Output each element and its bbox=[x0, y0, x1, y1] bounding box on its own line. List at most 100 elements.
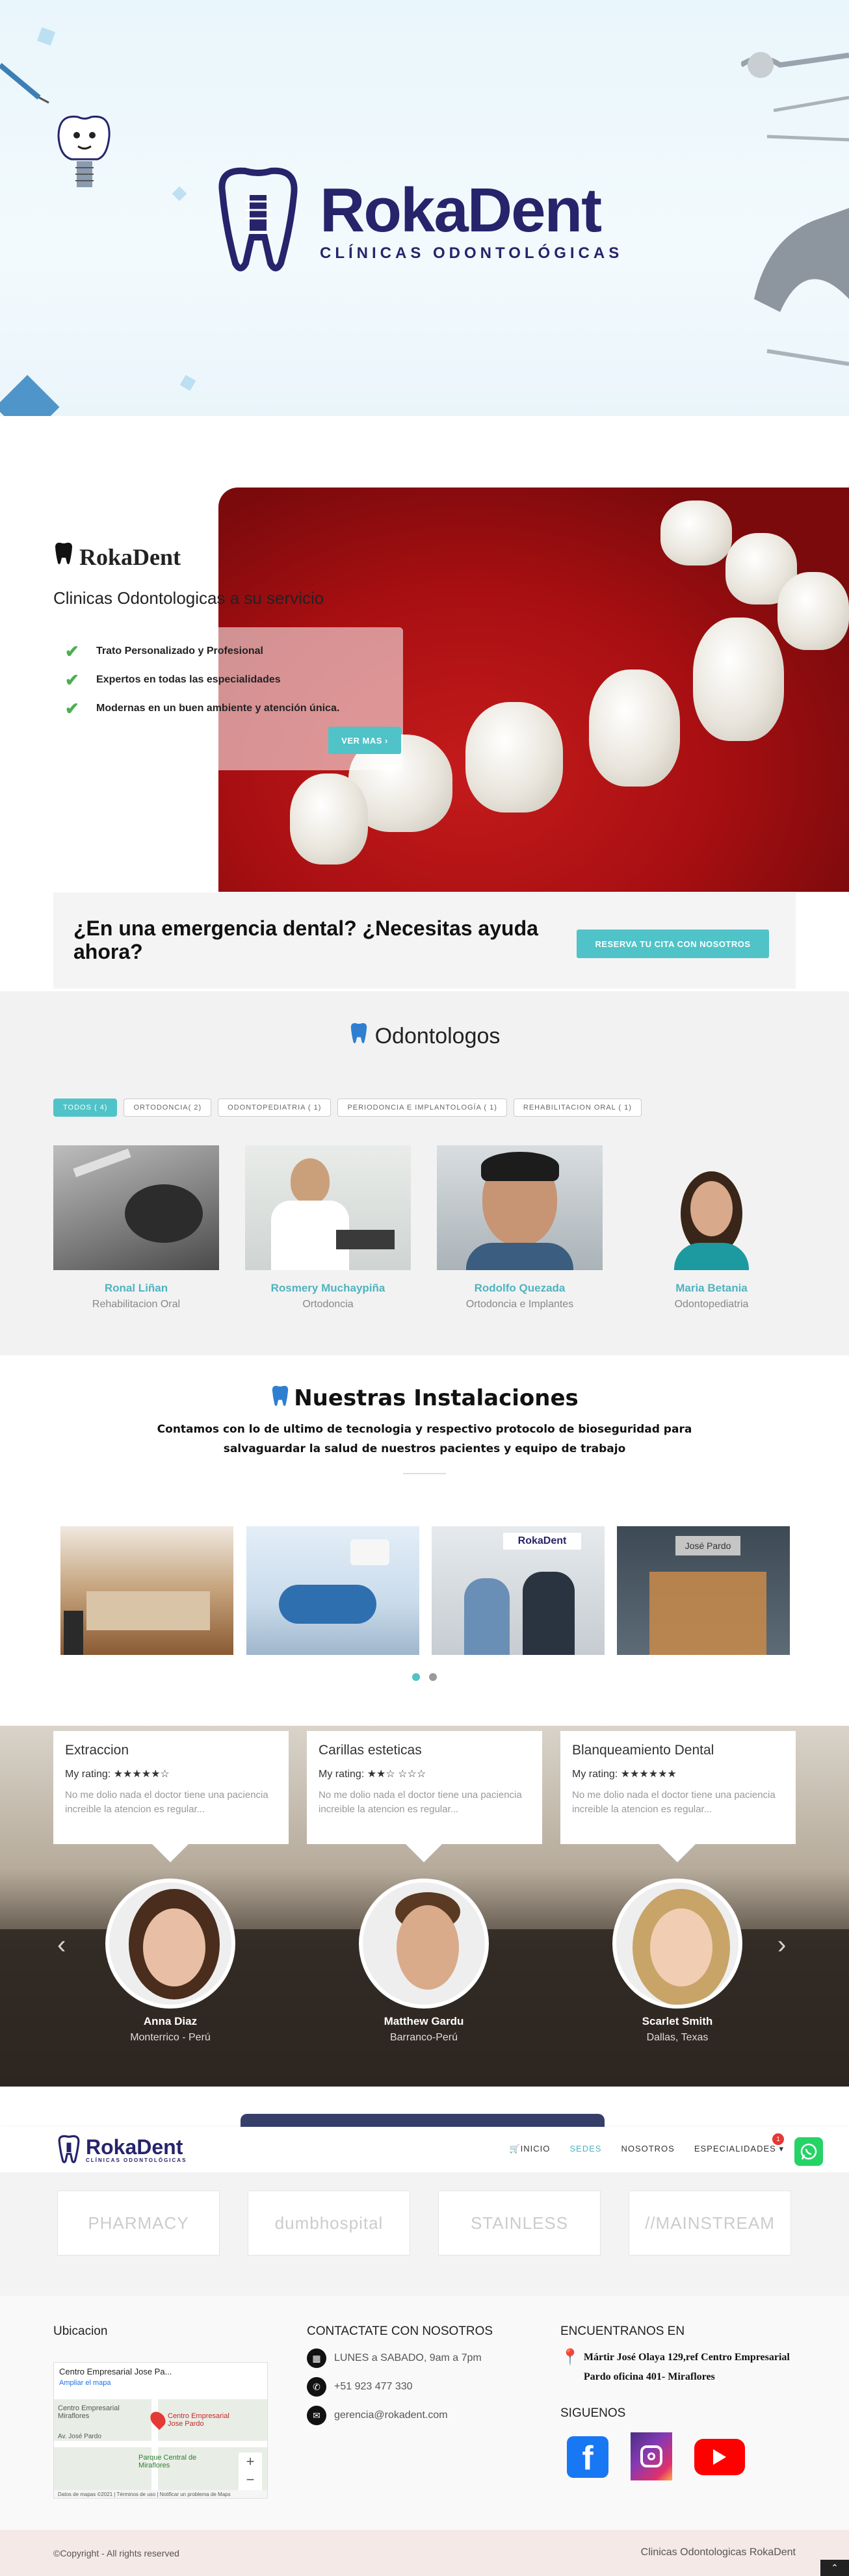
avatar bbox=[105, 1879, 235, 2009]
testimonial-rating: My rating: ★★★★★☆ bbox=[65, 1769, 170, 1780]
intro-brand-name: RokaDent bbox=[79, 543, 181, 570]
sticky-navbar: RokaDent CLÍNICAS ODONTOLÓGICAS 🛒INICIO … bbox=[0, 2127, 849, 2172]
doctor-photo bbox=[245, 1145, 411, 1270]
nav-brand-sub: CLÍNICAS ODONTOLÓGICAS bbox=[86, 2157, 187, 2163]
instagram-icon[interactable] bbox=[631, 2432, 672, 2480]
decor-square bbox=[172, 186, 187, 202]
filter-odontopediatria[interactable]: ODONTOPEDIATRIA ( 1) bbox=[218, 1099, 332, 1117]
filter-rehabilitacion[interactable]: REHABILITACION ORAL ( 1) bbox=[513, 1099, 642, 1117]
feature-item: ✔ Expertos en todas las especialidades bbox=[65, 666, 339, 694]
feature-label: Expertos en todas las especialidades bbox=[96, 674, 281, 685]
doctor-photo bbox=[437, 1145, 603, 1270]
building-sign: José Pardo bbox=[675, 1536, 740, 1555]
nav-especialidades[interactable]: ESPECIALIDADES ▾ bbox=[694, 2144, 784, 2154]
facility-photo[interactable]: José Pardo bbox=[617, 1526, 790, 1655]
map-zoom-controls[interactable]: + − bbox=[239, 2452, 262, 2491]
facility-photo[interactable] bbox=[246, 1526, 419, 1655]
nav-inicio-label: INICIO bbox=[520, 2144, 551, 2153]
check-icon: ✔ bbox=[65, 698, 79, 718]
calendar-icon: ▦ bbox=[307, 2348, 326, 2368]
chevron-down-icon: ▾ bbox=[779, 2144, 784, 2153]
testimonial-quote: No me dolio nada el doctor tiene una pac… bbox=[65, 1789, 268, 1815]
feature-list: ✔ Trato Personalizado y Profesional ✔ Expe… bbox=[65, 637, 339, 723]
filter-periodoncia[interactable]: PERIODONCIA E IMPLANTOLOGÍA ( 1) bbox=[337, 1099, 507, 1117]
nav-especialidades-label: ESPECIALIDADES bbox=[694, 2144, 776, 2153]
contact-phone-text: +51 923 477 330 bbox=[334, 2381, 413, 2392]
map-park-label: Parque Central de Miraflores bbox=[138, 2454, 197, 2469]
hero-brand-name: RokaDent bbox=[320, 176, 602, 245]
map-label: Centro Empresarial Miraflores bbox=[58, 2404, 120, 2420]
book-appointment-button[interactable]: RESERVA TU CITA CON NOSOTROS bbox=[577, 930, 769, 958]
ver-mas-button[interactable]: VER MAS › bbox=[328, 727, 401, 754]
contact-phone[interactable]: ✆ +51 923 477 330 bbox=[307, 2373, 482, 2401]
location-map[interactable]: Centro Empresarial Jose Pa... Ampliar el… bbox=[53, 2362, 268, 2499]
intro-subtitle: Clinicas Odontologicas a su servicio bbox=[53, 588, 324, 608]
chevron-left-icon[interactable]: ‹ bbox=[57, 1931, 66, 1960]
nav-logo[interactable]: RokaDent CLÍNICAS ODONTOLÓGICAS bbox=[56, 2135, 187, 2165]
footer-find-title: ENCUENTRANOS EN bbox=[560, 2324, 685, 2338]
feature-label: Modernas en un buen ambiente y atención … bbox=[96, 703, 340, 714]
contact-hours-text: LUNES a SABADO, 9am a 7pm bbox=[334, 2352, 482, 2363]
testimonial-title: Carillas esteticas bbox=[319, 1743, 422, 1758]
footer-address-text: Mártir José Olaya 129,ref Centro Empresa… bbox=[583, 2352, 790, 2382]
testimonial-name: Matthew Gardu bbox=[384, 2015, 464, 2027]
testimonial-card: Blanqueamiento Dental My rating: ★★★★★★ … bbox=[560, 1731, 796, 1862]
tooth-implant-logo-icon bbox=[58, 2135, 80, 2163]
youtube-icon[interactable] bbox=[694, 2439, 745, 2475]
facilities-title: Nuestras Instalaciones bbox=[0, 1385, 849, 1414]
doctor-photo bbox=[629, 1145, 794, 1270]
doctor-card[interactable]: Maria Betania Odontopediatria bbox=[629, 1145, 794, 1310]
check-icon: ✔ bbox=[65, 641, 79, 661]
feature-item: ✔ Trato Personalizado y Profesional bbox=[65, 637, 339, 666]
doctor-specialty: Ortodoncia bbox=[302, 1299, 354, 1310]
testimonial-name: Anna Diaz bbox=[143, 2015, 198, 2027]
doctor-card[interactable]: Rosmery Muchaypiña Ortodoncia bbox=[245, 1145, 411, 1310]
testimonial-location: Dallas, Texas bbox=[646, 2032, 709, 2043]
nav-nosotros[interactable]: NOSOTROS bbox=[621, 2144, 674, 2154]
facilities-description: Contamos con lo de ultimo de tecnologia … bbox=[157, 1423, 692, 1455]
doctor-card[interactable]: Rodolfo Quezada Ortodoncia e Implantes bbox=[437, 1145, 603, 1310]
chevron-right-icon[interactable]: › bbox=[777, 1931, 786, 1960]
facebook-icon[interactable]: f bbox=[567, 2436, 608, 2478]
hero-tagline: CLÍNICAS ODONTOLÓGICAS bbox=[320, 244, 623, 262]
doctor-name: Maria Betania bbox=[675, 1282, 748, 1294]
doctor-name: Rosmery Muchaypiña bbox=[270, 1282, 385, 1294]
carousel-dot[interactable] bbox=[412, 1673, 420, 1681]
clinic-sign: RokaDent bbox=[503, 1533, 581, 1550]
contact-list: ▦ LUNES a SABADO, 9am a 7pm ✆ +51 923 477 … bbox=[307, 2344, 482, 2430]
location-pin-icon: 📍 bbox=[560, 2349, 580, 2366]
dental-tools-icon bbox=[739, 26, 849, 390]
testimonial-quote: No me dolio nada el doctor tiene una pac… bbox=[319, 1789, 522, 1815]
facility-photo[interactable]: RokaDent bbox=[432, 1526, 605, 1655]
doctor-card[interactable]: Ronal Liñan Rehabilitacion Oral bbox=[53, 1145, 219, 1310]
copyright-right: Clinicas Odontologicas RokaDent bbox=[640, 2547, 796, 2558]
carousel-dot[interactable] bbox=[429, 1673, 437, 1681]
map-pin-icon bbox=[147, 2408, 169, 2430]
decor-square bbox=[36, 27, 56, 46]
divider bbox=[403, 1473, 446, 1474]
map-enlarge-link[interactable]: Ampliar el mapa bbox=[59, 2379, 263, 2387]
whatsapp-icon[interactable] bbox=[794, 2137, 823, 2166]
copyright-left: ©Copyright - All rights reserved bbox=[53, 2548, 179, 2558]
filter-ortodoncia[interactable]: ORTODONCIA( 2) bbox=[124, 1099, 212, 1117]
nav-inicio[interactable]: 🛒INICIO bbox=[509, 2144, 550, 2154]
facility-photo[interactable] bbox=[60, 1526, 233, 1655]
nav-sedes[interactable]: SEDES bbox=[569, 2144, 601, 2154]
syringe-icon bbox=[0, 52, 52, 104]
cart-icon: 🛒 bbox=[509, 2144, 521, 2153]
contact-email[interactable]: ✉ gerencia@rokadent.com bbox=[307, 2401, 482, 2430]
filter-todos[interactable]: TODOS ( 4) bbox=[53, 1099, 118, 1117]
avatar bbox=[612, 1879, 742, 2009]
testimonial-card: Carillas esteticas My rating: ★★☆ ☆☆☆ No… bbox=[307, 1731, 542, 1862]
testimonial-quote: No me dolio nada el doctor tiene una pac… bbox=[572, 1789, 776, 1815]
tooth-implant-logo-icon bbox=[209, 166, 307, 276]
tooth-icon bbox=[53, 542, 74, 571]
map-footer: Datos de mapas ©2021 | Términos de uso |… bbox=[54, 2490, 267, 2498]
tooth-icon bbox=[349, 1022, 369, 1051]
testimonial-rating: My rating: ★★☆ ☆☆☆ bbox=[319, 1769, 426, 1780]
map-street: Av. José Pardo bbox=[58, 2433, 101, 2440]
scroll-top-icon[interactable]: ⌃ bbox=[820, 2560, 849, 2576]
testimonial-location: Barranco-Perú bbox=[389, 2032, 458, 2043]
doctor-specialty: Ortodoncia e Implantes bbox=[465, 1299, 574, 1310]
hero-banner: RokaDent CLÍNICAS ODONTOLÓGICAS bbox=[0, 0, 849, 439]
